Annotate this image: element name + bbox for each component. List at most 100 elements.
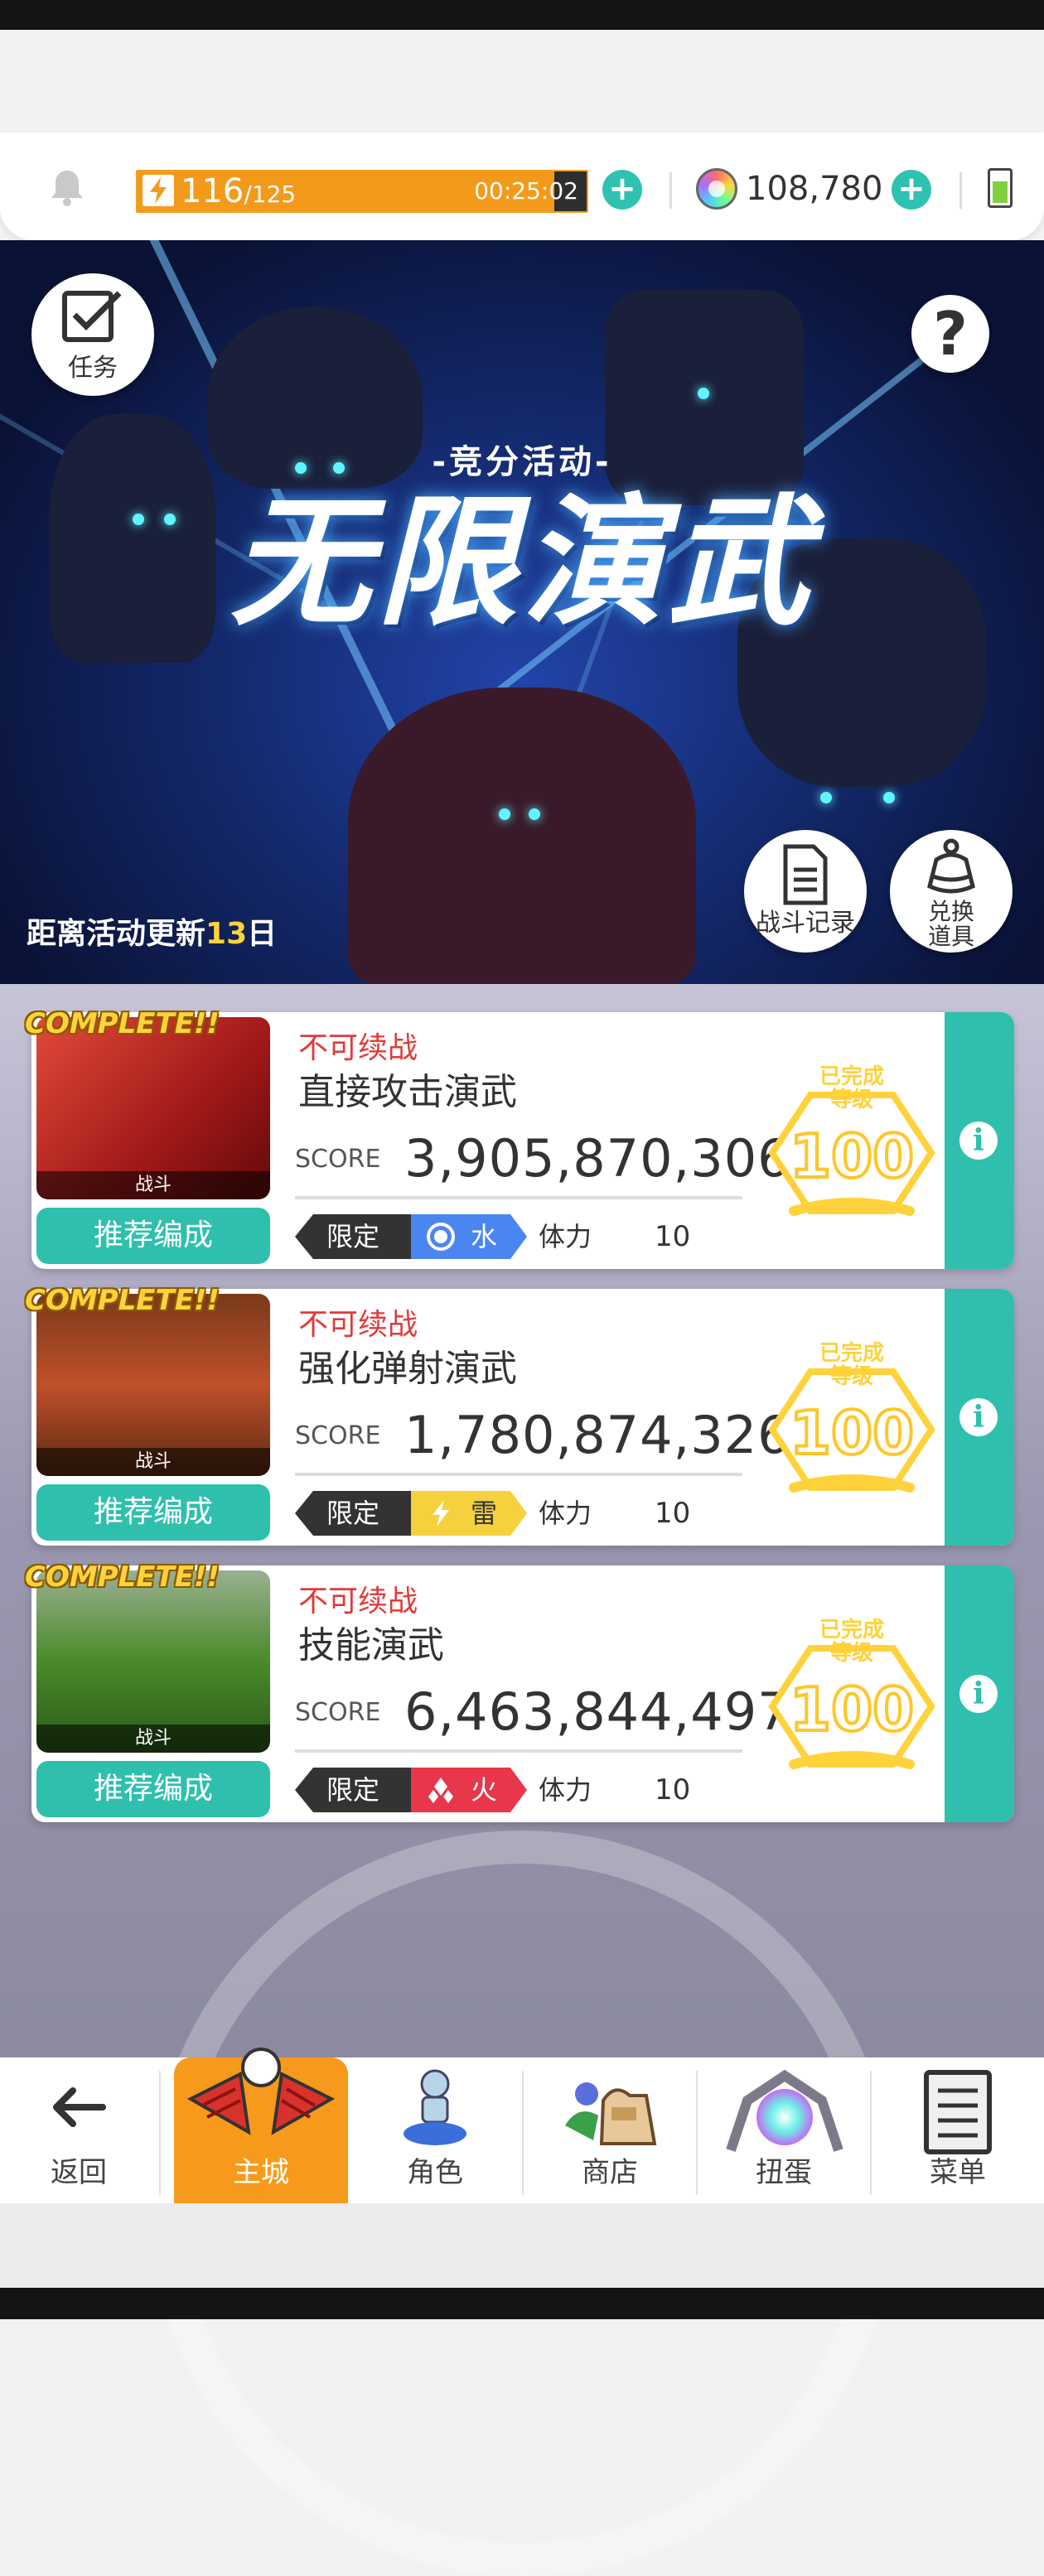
limited-label: 限定 (295, 1768, 411, 1812)
nav-character[interactable]: 角色 (348, 2057, 522, 2203)
element-label: 雷 (471, 1498, 498, 1529)
castle-wings-icon (186, 2048, 336, 2135)
badge-caption: 已完成 等级 (819, 1618, 884, 1666)
stage-name: 强化弹射演武 (298, 1348, 517, 1390)
score-underline (295, 1473, 742, 1476)
nav-gacha-label: 扭蛋 (756, 2156, 812, 2189)
exchange-label: 兑换 道具 (927, 898, 974, 950)
pouch-icon (927, 838, 975, 894)
checklist-icon (62, 291, 122, 342)
nav-shop-label: 商店 (582, 2156, 638, 2189)
nav-menu[interactable]: 菜单 (872, 2057, 1044, 2203)
battle-log-label: 战斗记录 (756, 909, 855, 938)
event-title: 无限演武 (230, 481, 814, 645)
nav-character-label: 角色 (407, 2156, 463, 2189)
score-underline (295, 1196, 742, 1199)
score-label: SCORE (295, 1421, 381, 1450)
score-label: SCORE (295, 1698, 381, 1727)
limited-label: 限定 (295, 1491, 411, 1536)
recommend-team-button[interactable]: 推荐编成 (36, 1761, 270, 1817)
stamina-cost-label: 体力 (539, 1221, 592, 1252)
info-icon[interactable]: i (959, 1398, 998, 1436)
complete-label: COMPLETE!! (25, 1007, 220, 1040)
bell-icon[interactable] (46, 166, 89, 209)
hud-divider (669, 172, 672, 209)
exchange-items-button[interactable]: 兑换 道具 (890, 830, 1013, 953)
question-icon: ? (933, 299, 968, 369)
nav-gacha[interactable]: 扭蛋 (698, 2057, 870, 2203)
event-countdown: 距离活动更新13日 (27, 917, 278, 951)
battery-icon (988, 168, 1013, 208)
nav-shop[interactable]: 商店 (524, 2057, 696, 2203)
stage-card[interactable]: 战斗 推荐编成 不可续战 技能演武 SCORE 6,463,844,497 火 … (31, 1565, 1014, 1822)
completion-badge: 已完成 等级 100 (761, 1330, 943, 1512)
tasks-button[interactable]: 任务 (31, 273, 154, 396)
stamina-value: 116/125 (181, 172, 297, 210)
shop-bag-icon (565, 2082, 657, 2145)
stage-info-tab[interactable]: i (945, 1565, 1014, 1822)
menu-list-icon (924, 2070, 992, 2154)
help-button[interactable]: ? (911, 295, 989, 373)
stage-thumbnail[interactable]: 战斗 (36, 1570, 270, 1753)
element-badge: 水 (394, 1214, 527, 1259)
stamina-cost-value: 10 (655, 1220, 691, 1253)
stage-info-tab[interactable]: i (945, 1289, 1014, 1546)
badge-level: 100 (788, 1673, 916, 1746)
thumbnail-label: 战斗 (36, 1725, 270, 1753)
system-nav-bar (0, 2288, 1044, 2319)
thumbnail-label: 战斗 (36, 1448, 270, 1476)
stage-name: 技能演武 (298, 1624, 444, 1667)
element-label: 火 (471, 1774, 498, 1806)
badge-level: 100 (788, 1397, 916, 1469)
hud-divider (959, 172, 962, 209)
stage-thumbnail[interactable]: 战斗 (36, 1294, 270, 1476)
stamina-cost-value: 10 (655, 1773, 691, 1807)
nav-main-city[interactable]: 主城 (174, 2048, 348, 2203)
nav-back[interactable]: 返回 (0, 2057, 157, 2203)
badge-caption: 已完成 等级 (819, 1341, 884, 1389)
badge-level: 100 (788, 1120, 916, 1193)
info-icon[interactable]: i (959, 1675, 998, 1713)
nav-menu-label: 菜单 (930, 2156, 986, 2189)
document-icon (783, 844, 828, 905)
stamina-cost-value: 10 (655, 1497, 691, 1530)
battle-log-button[interactable]: 战斗记录 (744, 830, 867, 953)
stamina-cost-label: 体力 (539, 1498, 592, 1529)
nav-footer-strip (0, 2203, 1044, 2288)
event-subtitle: -竞分活动- (432, 443, 612, 481)
score-value: 1,780,874,326 (404, 1405, 791, 1465)
lightning-icon (143, 175, 174, 206)
nav-separator (159, 2071, 161, 2195)
score-value: 3,905,870,306 (404, 1128, 791, 1189)
stamina-cost-label: 体力 (539, 1774, 592, 1806)
tasks-label: 任务 (68, 354, 118, 383)
score-value: 6,463,844,497 (404, 1681, 791, 1742)
stage-name: 直接攻击演武 (298, 1071, 517, 1113)
character-icon (404, 2069, 466, 2145)
element-badge: 雷 (394, 1491, 527, 1536)
stage-card[interactable]: 战斗 推荐编成 不可续战 强化弹射演武 SCORE 1,780,874,326 … (31, 1289, 1014, 1546)
element-badge: 火 (394, 1768, 527, 1812)
complete-label: COMPLETE!! (25, 1561, 220, 1594)
nav-back-label: 返回 (51, 2156, 107, 2189)
recommend-team-button[interactable]: 推荐编成 (36, 1484, 270, 1541)
nav-main-city-label: 主城 (233, 2156, 289, 2189)
stage-status: 不可续战 (298, 1585, 418, 1618)
stage-thumbnail[interactable]: 战斗 (36, 1017, 270, 1199)
completion-badge: 已完成 等级 100 (761, 1054, 943, 1236)
score-label: SCORE (295, 1145, 381, 1174)
add-stamina-button[interactable]: + (602, 170, 642, 210)
recommend-team-button[interactable]: 推荐编成 (36, 1208, 270, 1264)
info-icon[interactable]: i (959, 1122, 998, 1160)
stage-card[interactable]: 战斗 推荐编成 不可续战 直接攻击演武 SCORE 3,905,870,306 … (31, 1012, 1014, 1269)
complete-label: COMPLETE!! (25, 1284, 220, 1317)
back-arrow-icon (53, 2087, 106, 2127)
stage-info-tab[interactable]: i (945, 1012, 1014, 1269)
gacha-portal-icon (726, 2069, 843, 2152)
element-label: 水 (471, 1221, 498, 1252)
badge-caption: 已完成 等级 (819, 1064, 884, 1112)
stage-status: 不可续战 (298, 1308, 418, 1342)
score-underline (295, 1749, 742, 1753)
status-bar (0, 0, 1044, 30)
add-gems-button[interactable]: + (892, 170, 931, 210)
